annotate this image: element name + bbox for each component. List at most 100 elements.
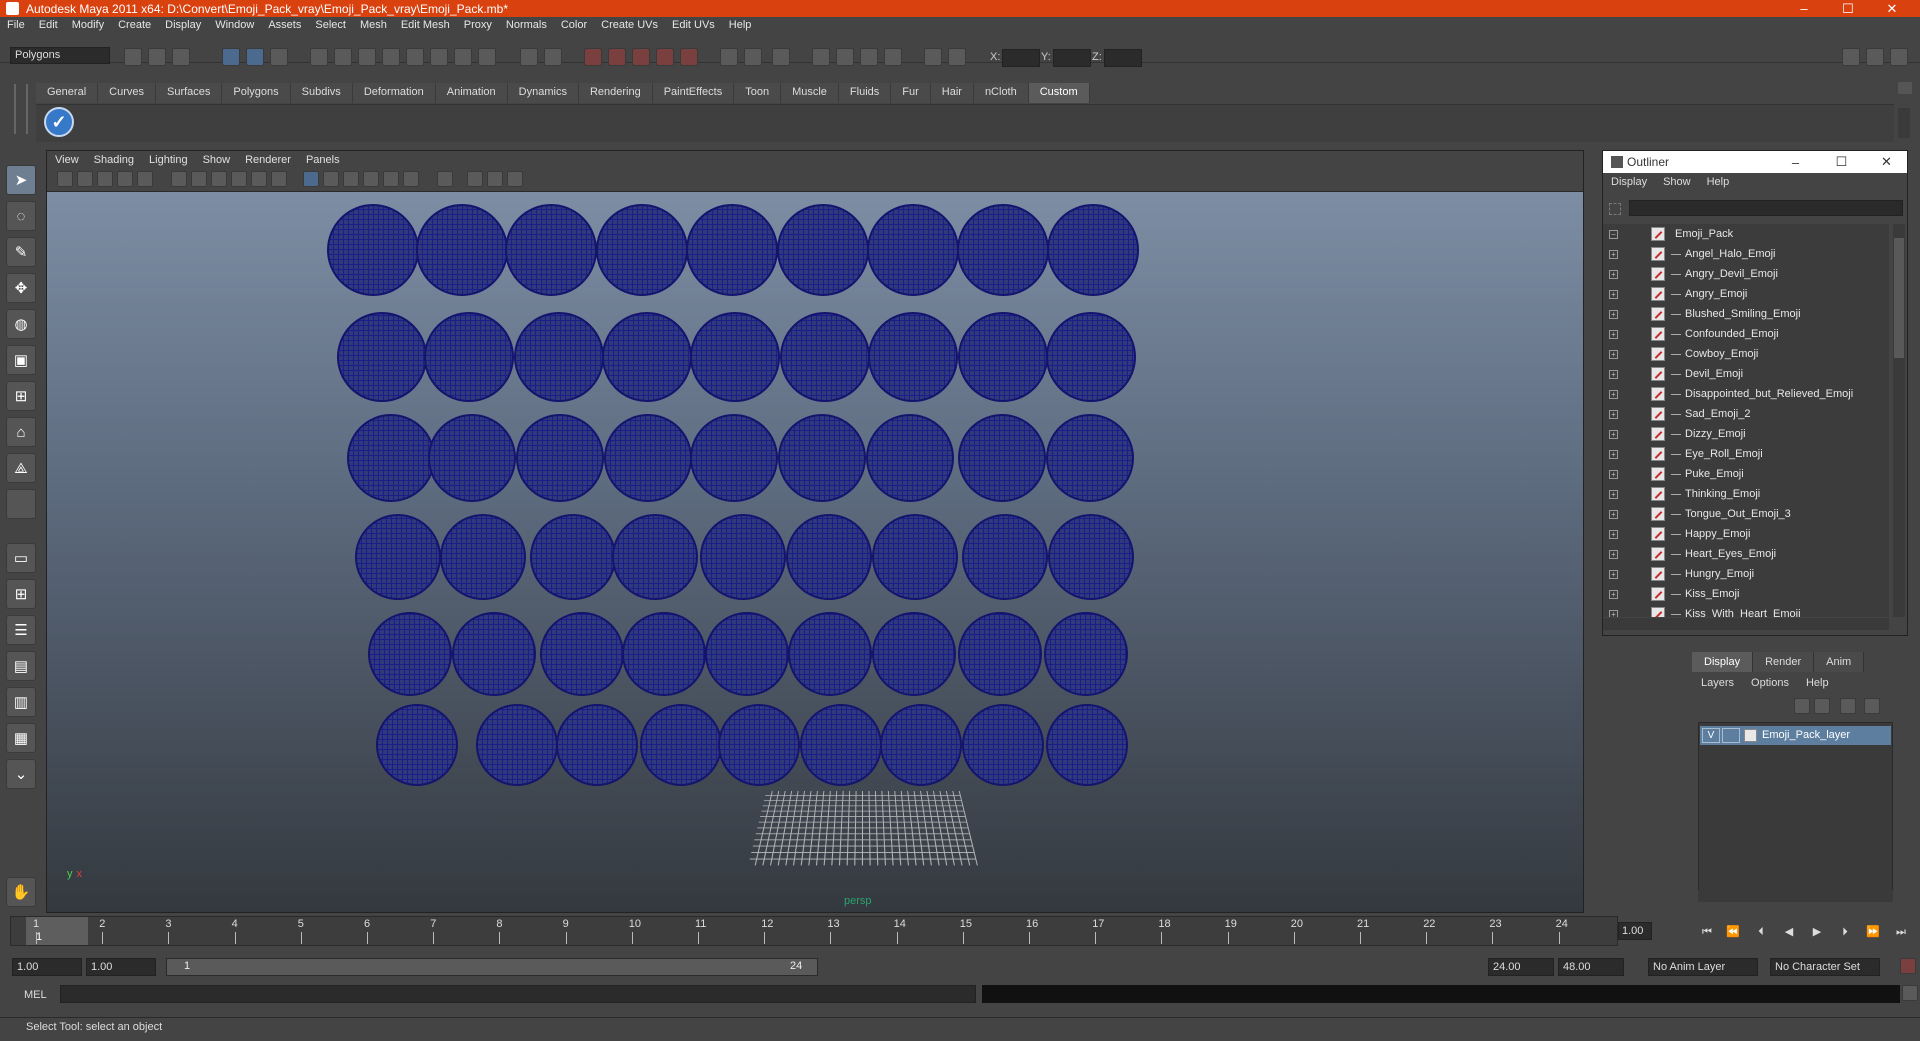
expand-icon[interactable]: + <box>1609 510 1618 519</box>
layout-four-icon[interactable]: ⊞ <box>6 579 36 609</box>
hypergraph-icon[interactable] <box>884 48 902 66</box>
shelf-trash-icon[interactable] <box>1898 82 1912 94</box>
start-time-field[interactable]: 1.00 <box>12 958 82 976</box>
absolute-transform-icon[interactable] <box>948 48 966 66</box>
outliner-item[interactable]: + Blushed_Smiling_Emoji <box>1603 304 1889 324</box>
layer-horizontal-scrollbar[interactable] <box>1698 890 1893 902</box>
emoji-wireframe-mesh[interactable] <box>1046 414 1134 502</box>
two-d-pan-icon[interactable] <box>137 171 153 187</box>
construction-history-icon[interactable] <box>520 48 538 66</box>
outliner-item[interactable]: + Cowboy_Emoji <box>1603 344 1889 364</box>
outliner-filter-icon[interactable] <box>1609 203 1621 215</box>
expand-icon[interactable]: + <box>1609 530 1618 539</box>
last-tool-icon[interactable] <box>6 489 36 519</box>
render-view-icon[interactable] <box>680 48 698 66</box>
layout-hypershade-icon[interactable]: ▥ <box>6 687 36 717</box>
range-slider[interactable] <box>166 958 818 976</box>
menu-create-uvs[interactable]: Create UVs <box>594 19 665 31</box>
outliner-item[interactable]: + Dizzy_Emoji <box>1603 424 1889 444</box>
isolate-select-icon[interactable] <box>437 171 453 187</box>
emoji-wireframe-mesh[interactable] <box>424 312 514 402</box>
expand-icon[interactable]: + <box>1609 270 1618 279</box>
shelf-tab-painteffects[interactable]: PaintEffects <box>653 83 735 103</box>
emoji-wireframe-mesh[interactable] <box>530 514 616 600</box>
menu-file[interactable]: File <box>0 19 32 31</box>
show-manip-icon[interactable]: ⟁ <box>6 453 36 483</box>
universal-manip-icon[interactable]: ⊞ <box>6 381 36 411</box>
menu-proxy[interactable]: Proxy <box>457 19 499 31</box>
render-settings-icon[interactable] <box>632 48 650 66</box>
move-layer-up-icon[interactable] <box>1794 698 1810 714</box>
bookmarks-icon[interactable] <box>97 171 113 187</box>
expand-icon[interactable]: + <box>1609 310 1618 319</box>
outliner-item[interactable]: + Eye_Roll_Emoji <box>1603 444 1889 464</box>
layer-tab-display[interactable]: Display <box>1692 652 1753 672</box>
close-button[interactable]: ✕ <box>1870 0 1914 17</box>
expand-icon[interactable]: + <box>1609 490 1618 499</box>
camera-attributes-icon[interactable] <box>77 171 93 187</box>
emoji-wireframe-mesh[interactable] <box>540 612 624 696</box>
shelf-tab-deformation[interactable]: Deformation <box>353 83 436 103</box>
emoji-wireframe-mesh[interactable] <box>788 612 872 696</box>
shelf-tab-rendering[interactable]: Rendering <box>579 83 653 103</box>
show-channel-box-icon[interactable] <box>1866 48 1884 66</box>
y-field[interactable] <box>1053 49 1091 67</box>
outliner-item[interactable]: + Devil_Emoji <box>1603 364 1889 384</box>
expand-icon[interactable]: + <box>1609 410 1618 419</box>
shelf-tab-toon[interactable]: Toon <box>734 83 781 103</box>
outliner-item[interactable]: + Puke_Emoji <box>1603 464 1889 484</box>
emoji-wireframe-mesh[interactable] <box>872 612 956 696</box>
field-chart-icon[interactable] <box>251 171 267 187</box>
emoji-wireframe-mesh[interactable] <box>1048 514 1134 600</box>
emoji-wireframe-mesh[interactable] <box>868 312 958 402</box>
outliner-item[interactable]: + Confounded_Emoji <box>1603 324 1889 344</box>
snap-grid-icon[interactable] <box>334 48 352 66</box>
x-field[interactable] <box>1002 49 1040 67</box>
shelf-scroll-icon[interactable] <box>1898 108 1910 138</box>
layout-outliner-icon[interactable]: ☰ <box>6 615 36 645</box>
viewport-menu-renderer[interactable]: Renderer <box>237 154 298 166</box>
emoji-wireframe-mesh[interactable] <box>962 514 1048 600</box>
expand-icon[interactable]: + <box>1609 290 1618 299</box>
menu-display[interactable]: Display <box>158 19 208 31</box>
expand-icon[interactable]: + <box>1609 610 1618 618</box>
select-tool-icon[interactable]: ➤ <box>6 165 36 195</box>
expand-icon[interactable]: + <box>1609 390 1618 399</box>
emoji-wireframe-mesh[interactable] <box>556 704 638 786</box>
component-xray-icon[interactable] <box>507 171 523 187</box>
ipr-render-icon[interactable] <box>608 48 626 66</box>
outliner-item[interactable]: + Thinking_Emoji <box>1603 484 1889 504</box>
shelf-tab-polygons[interactable]: Polygons <box>222 83 290 103</box>
outliner-root-row[interactable]: − Emoji_Pack <box>1603 224 1889 244</box>
emoji-wireframe-mesh[interactable] <box>327 204 419 296</box>
menu-assets[interactable]: Assets <box>261 19 308 31</box>
z-field[interactable] <box>1104 49 1142 67</box>
emoji-wireframe-mesh[interactable] <box>880 704 962 786</box>
shelf-tab-custom[interactable]: Custom <box>1029 83 1090 103</box>
outliner-item[interactable]: + Angel_Halo_Emoji <box>1603 244 1889 264</box>
outliner-menu-help[interactable]: Help <box>1699 176 1738 188</box>
emoji-wireframe-mesh[interactable] <box>640 704 722 786</box>
menu-edit[interactable]: Edit <box>32 19 65 31</box>
step-back-key-icon[interactable]: ⏴ <box>1752 924 1770 940</box>
lasso-tool-icon[interactable]: ◌ <box>6 201 36 231</box>
new-empty-layer-icon[interactable] <box>1840 698 1856 714</box>
wireframe-on-shaded-icon[interactable] <box>343 171 359 187</box>
menu-select[interactable]: Select <box>308 19 353 31</box>
gate-mask-icon[interactable] <box>231 171 247 187</box>
render-frame-icon[interactable] <box>584 48 602 66</box>
emoji-wireframe-mesh[interactable] <box>958 312 1048 402</box>
emoji-wireframe-mesh[interactable] <box>780 312 870 402</box>
shelf-tab-surfaces[interactable]: Surfaces <box>156 83 222 103</box>
viewport-menu-lighting[interactable]: Lighting <box>141 154 195 166</box>
outliner-item[interactable]: + Heart_Eyes_Emoji <box>1603 544 1889 564</box>
hypershade-icon[interactable] <box>656 48 674 66</box>
emoji-wireframe-mesh[interactable] <box>476 704 558 786</box>
emoji-wireframe-mesh[interactable] <box>376 704 458 786</box>
shelf-tab-ncloth[interactable]: nCloth <box>974 83 1029 103</box>
move-tool-icon[interactable]: ✥ <box>6 273 36 303</box>
emoji-wireframe-mesh[interactable] <box>514 312 604 402</box>
mel-label[interactable]: MEL <box>24 989 47 1001</box>
outliner-vertical-scrollbar[interactable] <box>1893 224 1905 617</box>
shelf-tab-fluids[interactable]: Fluids <box>839 83 891 103</box>
